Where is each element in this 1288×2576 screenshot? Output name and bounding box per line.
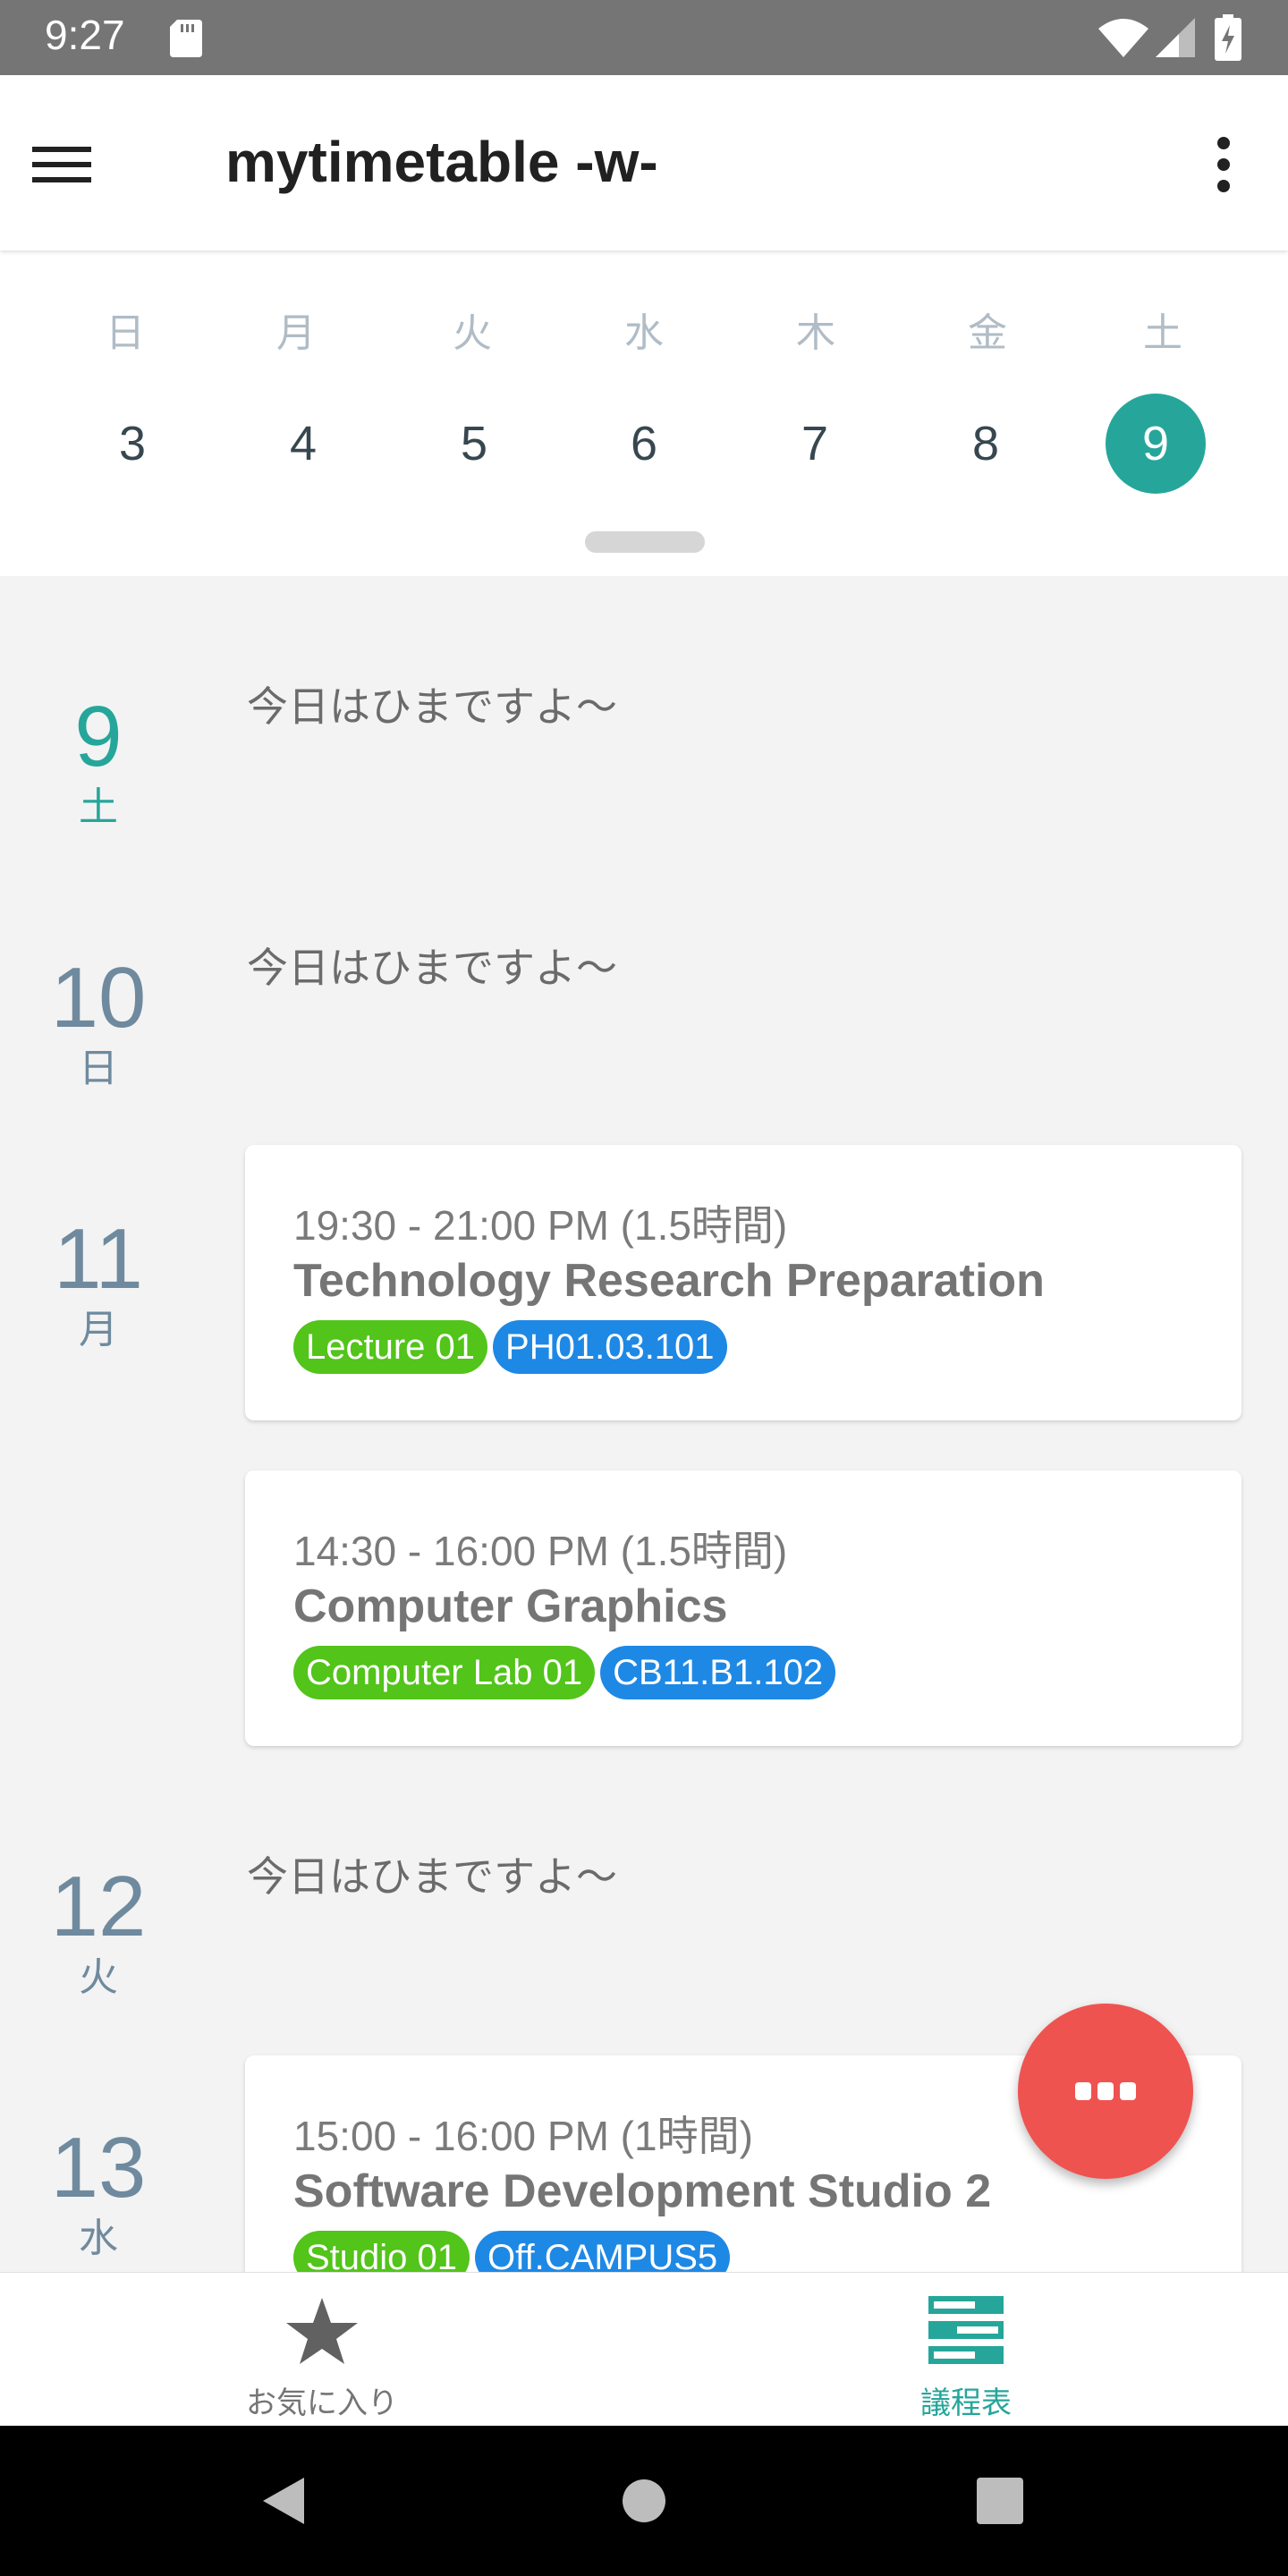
event-title: Technology Research Preparation xyxy=(293,1255,1045,1307)
event-tags: Computer Lab 01 CB11.B1.102 xyxy=(293,1646,836,1699)
event-time: 19:30 - 21:00 PM (1.5時間) xyxy=(293,1202,788,1249)
agenda-date-weekday: 水 xyxy=(79,2216,118,2261)
star-icon xyxy=(286,2298,358,2364)
nav-favorites[interactable]: お気に入り xyxy=(0,2273,644,2427)
wifi-icon xyxy=(1098,19,1148,57)
week-calendar-strip: 日 月 火 水 木 金 土 3 4 5 6 7 8 9 xyxy=(0,250,1288,576)
calendar-day[interactable]: 7 xyxy=(765,394,865,494)
more-horiz-icon xyxy=(1075,2082,1136,2100)
event-time: 15:00 - 16:00 PM (1時間) xyxy=(293,2113,753,2159)
hamburger-menu-icon[interactable] xyxy=(32,143,91,186)
weekday-label: 木 xyxy=(796,310,835,356)
empty-day-message: 今日はひまですよ〜 xyxy=(247,682,617,731)
event-card[interactable]: 19:30 - 21:00 PM (1.5時間) Technology Rese… xyxy=(245,1145,1241,1420)
nav-schedule-label: 議程表 xyxy=(920,2385,1012,2421)
system-navigation-bar xyxy=(0,2426,1288,2576)
calendar-day[interactable]: 3 xyxy=(82,394,182,494)
status-time: 9:27 xyxy=(45,12,125,58)
agenda-date-number: 13 xyxy=(50,2120,147,2216)
weekday-label: 日 xyxy=(106,310,145,356)
drag-handle[interactable] xyxy=(585,531,705,553)
agenda-date-weekday: 月 xyxy=(79,1307,118,1352)
empty-day-message: 今日はひまですよ〜 xyxy=(247,1852,617,1901)
weekday-label: 月 xyxy=(276,310,316,356)
agenda-date-number: 10 xyxy=(50,950,147,1046)
more-vert-icon[interactable] xyxy=(1209,136,1238,193)
event-room-tag: CB11.B1.102 xyxy=(600,1646,836,1699)
calendar-day[interactable]: 5 xyxy=(424,394,524,494)
weekday-label: 水 xyxy=(624,310,664,356)
weekday-label: 火 xyxy=(453,310,492,356)
page-title: mytimetable -w- xyxy=(225,130,658,194)
more-actions-fab[interactable] xyxy=(1018,2004,1193,2179)
agenda-date-weekday: 日 xyxy=(79,1046,118,1091)
app-bar: mytimetable -w- xyxy=(0,75,1288,250)
event-type-tag: Computer Lab 01 xyxy=(293,1646,596,1699)
empty-day-message: 今日はひまですよ〜 xyxy=(247,944,617,992)
agenda-date-weekday: 土 xyxy=(79,784,118,830)
event-room-tag: Off.CAMPUS5 xyxy=(475,2231,731,2272)
battery-charging-icon xyxy=(1215,14,1241,61)
signal-icon xyxy=(1156,18,1195,57)
agenda-date-weekday: 火 xyxy=(79,1954,118,2000)
event-title: Computer Graphics xyxy=(293,1580,728,1632)
event-type-tag: Lecture 01 xyxy=(293,1320,488,1374)
view-agenda-icon xyxy=(928,2296,1004,2364)
nav-schedule[interactable]: 議程表 xyxy=(644,2273,1288,2427)
sd-card-icon xyxy=(170,20,202,57)
weekday-label: 金 xyxy=(968,310,1007,356)
event-room-tag: PH01.03.101 xyxy=(493,1320,727,1374)
bottom-navigation: お気に入り 議程表 xyxy=(0,2272,1288,2426)
calendar-day[interactable]: 6 xyxy=(594,394,694,494)
calendar-day[interactable]: 8 xyxy=(936,394,1036,494)
home-icon[interactable] xyxy=(617,2474,671,2528)
agenda-date-number: 11 xyxy=(54,1211,143,1307)
nav-favorites-label: お気に入り xyxy=(246,2385,398,2421)
agenda-date-number: 12 xyxy=(50,1859,147,1954)
event-type-tag: Studio 01 xyxy=(293,2231,470,2272)
event-tags: Studio 01 Off.CAMPUS5 xyxy=(293,2231,731,2272)
event-title: Software Development Studio 2 xyxy=(293,2165,992,2217)
event-tags: Lecture 01 PH01.03.101 xyxy=(293,1320,727,1374)
event-card[interactable]: 14:30 - 16:00 PM (1.5時間) Computer Graphi… xyxy=(245,1470,1241,1746)
event-time: 14:30 - 16:00 PM (1.5時間) xyxy=(293,1528,788,1574)
status-bar: 9:27 xyxy=(0,0,1288,75)
calendar-day-selected[interactable]: 9 xyxy=(1106,394,1206,494)
agenda-date-number: 9 xyxy=(74,689,123,784)
calendar-day[interactable]: 4 xyxy=(253,394,353,494)
back-icon[interactable] xyxy=(258,2474,311,2528)
recents-icon[interactable] xyxy=(973,2474,1027,2528)
weekday-label: 土 xyxy=(1143,310,1182,356)
